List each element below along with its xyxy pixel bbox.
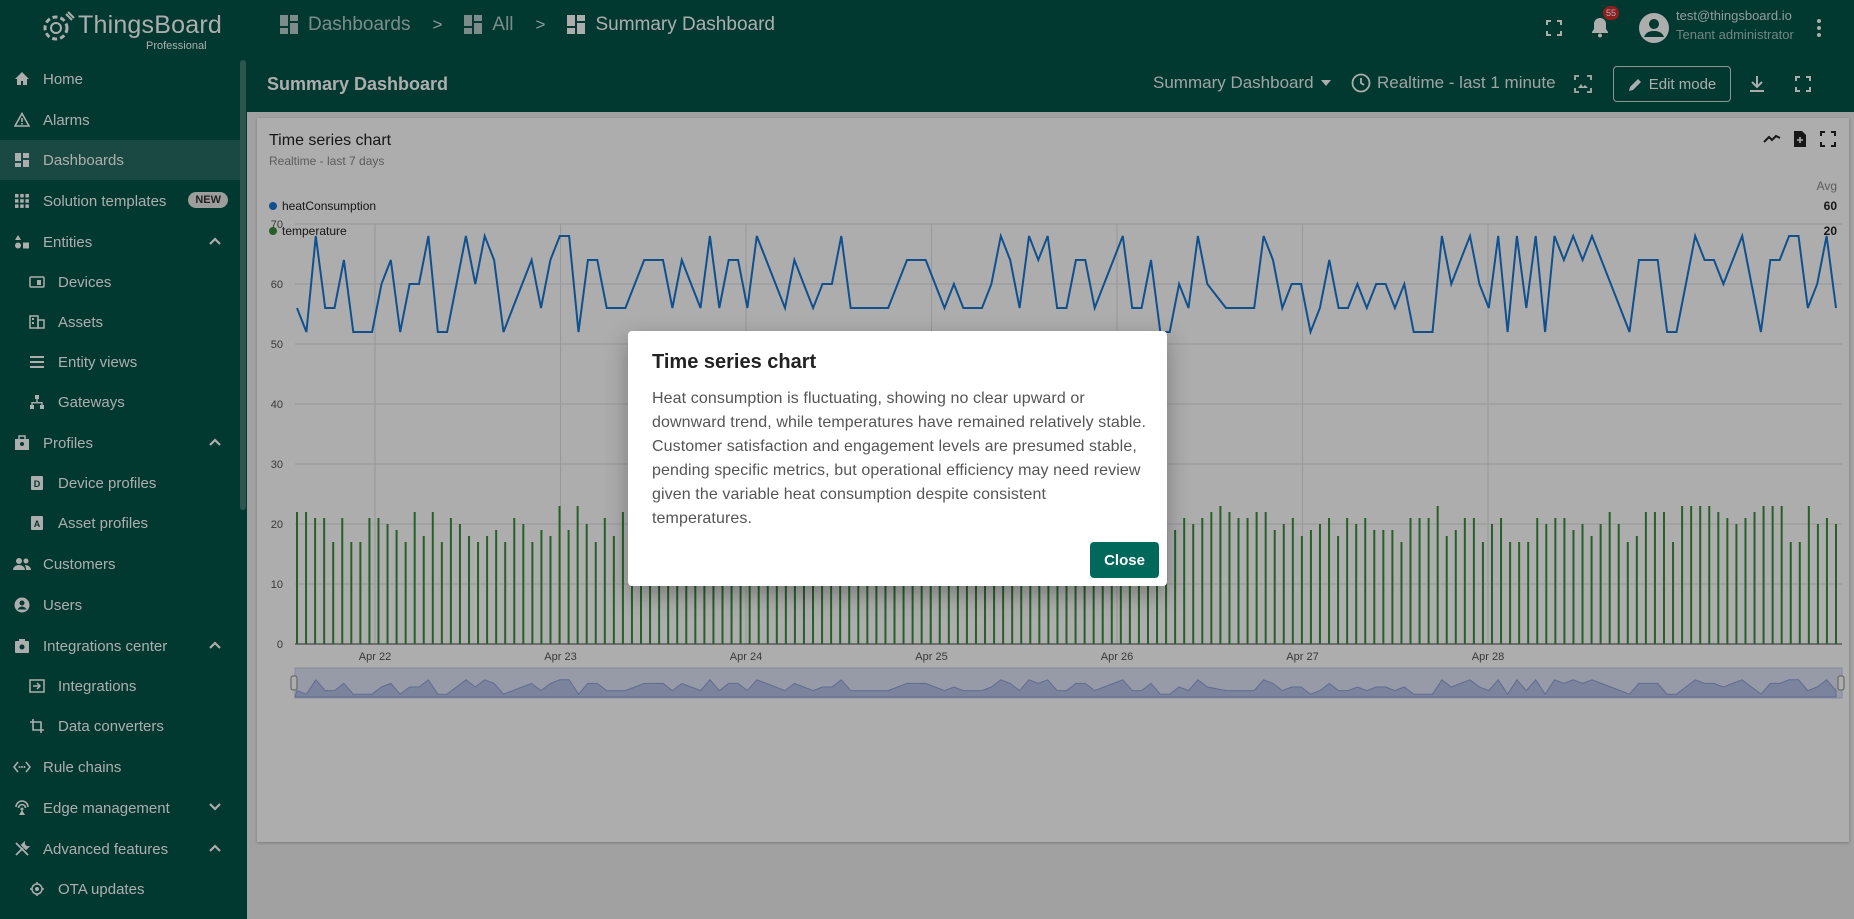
close-button[interactable]: Close (1090, 542, 1159, 578)
dialog-text: Heat consumption is fluctuating, showing… (652, 390, 1147, 527)
dialog-title: Time series chart (652, 351, 817, 373)
chart-summary-dialog: Time series chart Heat consumption is fl… (628, 331, 1167, 586)
